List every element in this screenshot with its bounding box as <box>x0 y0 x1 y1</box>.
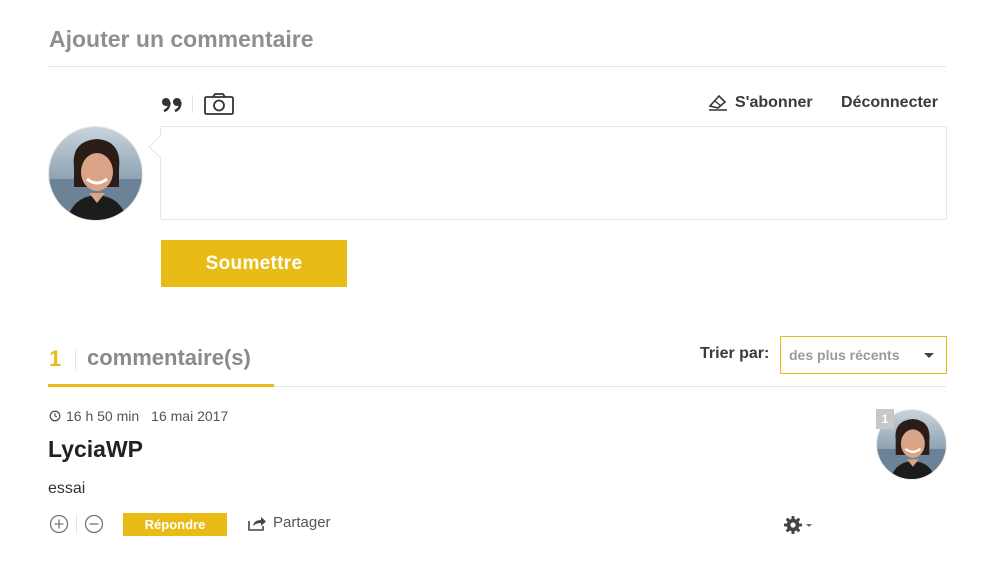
vote-separator <box>76 514 77 534</box>
comment-count: 1 <box>49 346 62 371</box>
comment-widget: Ajouter un commentaire S'abonner Déconne… <box>0 0 1000 571</box>
add-comment-title: Ajouter un commentaire <box>49 26 314 52</box>
avatar <box>48 126 143 221</box>
gear-icon <box>784 516 802 534</box>
comment-input[interactable] <box>161 127 946 219</box>
submit-button[interactable]: Soumettre <box>161 240 347 287</box>
sort-selected-value: des plus récents <box>789 347 900 363</box>
sort-label: Trier par: <box>700 345 770 362</box>
active-tab-underline <box>48 384 274 387</box>
comment-settings-button[interactable] <box>783 515 812 535</box>
minus-circle-icon[interactable] <box>84 514 104 534</box>
comment-meta: 16 h 50 min 16 mai 2017 <box>49 408 228 424</box>
subscribe-icon <box>708 94 727 111</box>
chevron-down-icon <box>924 353 934 358</box>
chevron-down-icon <box>806 523 812 527</box>
comment-text: essai <box>48 480 86 497</box>
plus-circle-icon[interactable] <box>49 514 69 534</box>
reply-button[interactable]: Répondre <box>123 513 227 536</box>
share-icon <box>248 516 266 531</box>
clock-icon <box>49 410 61 422</box>
comment-date: 16 mai 2017 <box>151 408 229 424</box>
camera-icon[interactable] <box>203 92 235 116</box>
comment-number-badge: 1 <box>876 409 894 429</box>
subscribe-label: S'abonner <box>735 94 813 111</box>
sort-select[interactable]: des plus récents <box>780 336 947 374</box>
count-separator <box>75 350 76 370</box>
share-label: Partager <box>273 514 331 531</box>
share-button[interactable]: Partager <box>248 514 331 531</box>
comment-time: 16 h 50 min <box>66 408 140 424</box>
divider <box>48 66 946 67</box>
subscribe-button[interactable]: S'abonner <box>706 90 813 116</box>
quote-icon[interactable] <box>159 92 185 118</box>
logout-link[interactable]: Déconnecter <box>841 94 938 112</box>
comment-author[interactable]: LyciaWP <box>48 436 143 463</box>
toolbar-separator <box>192 95 193 113</box>
comment-count-label: commentaire(s) <box>87 345 251 370</box>
